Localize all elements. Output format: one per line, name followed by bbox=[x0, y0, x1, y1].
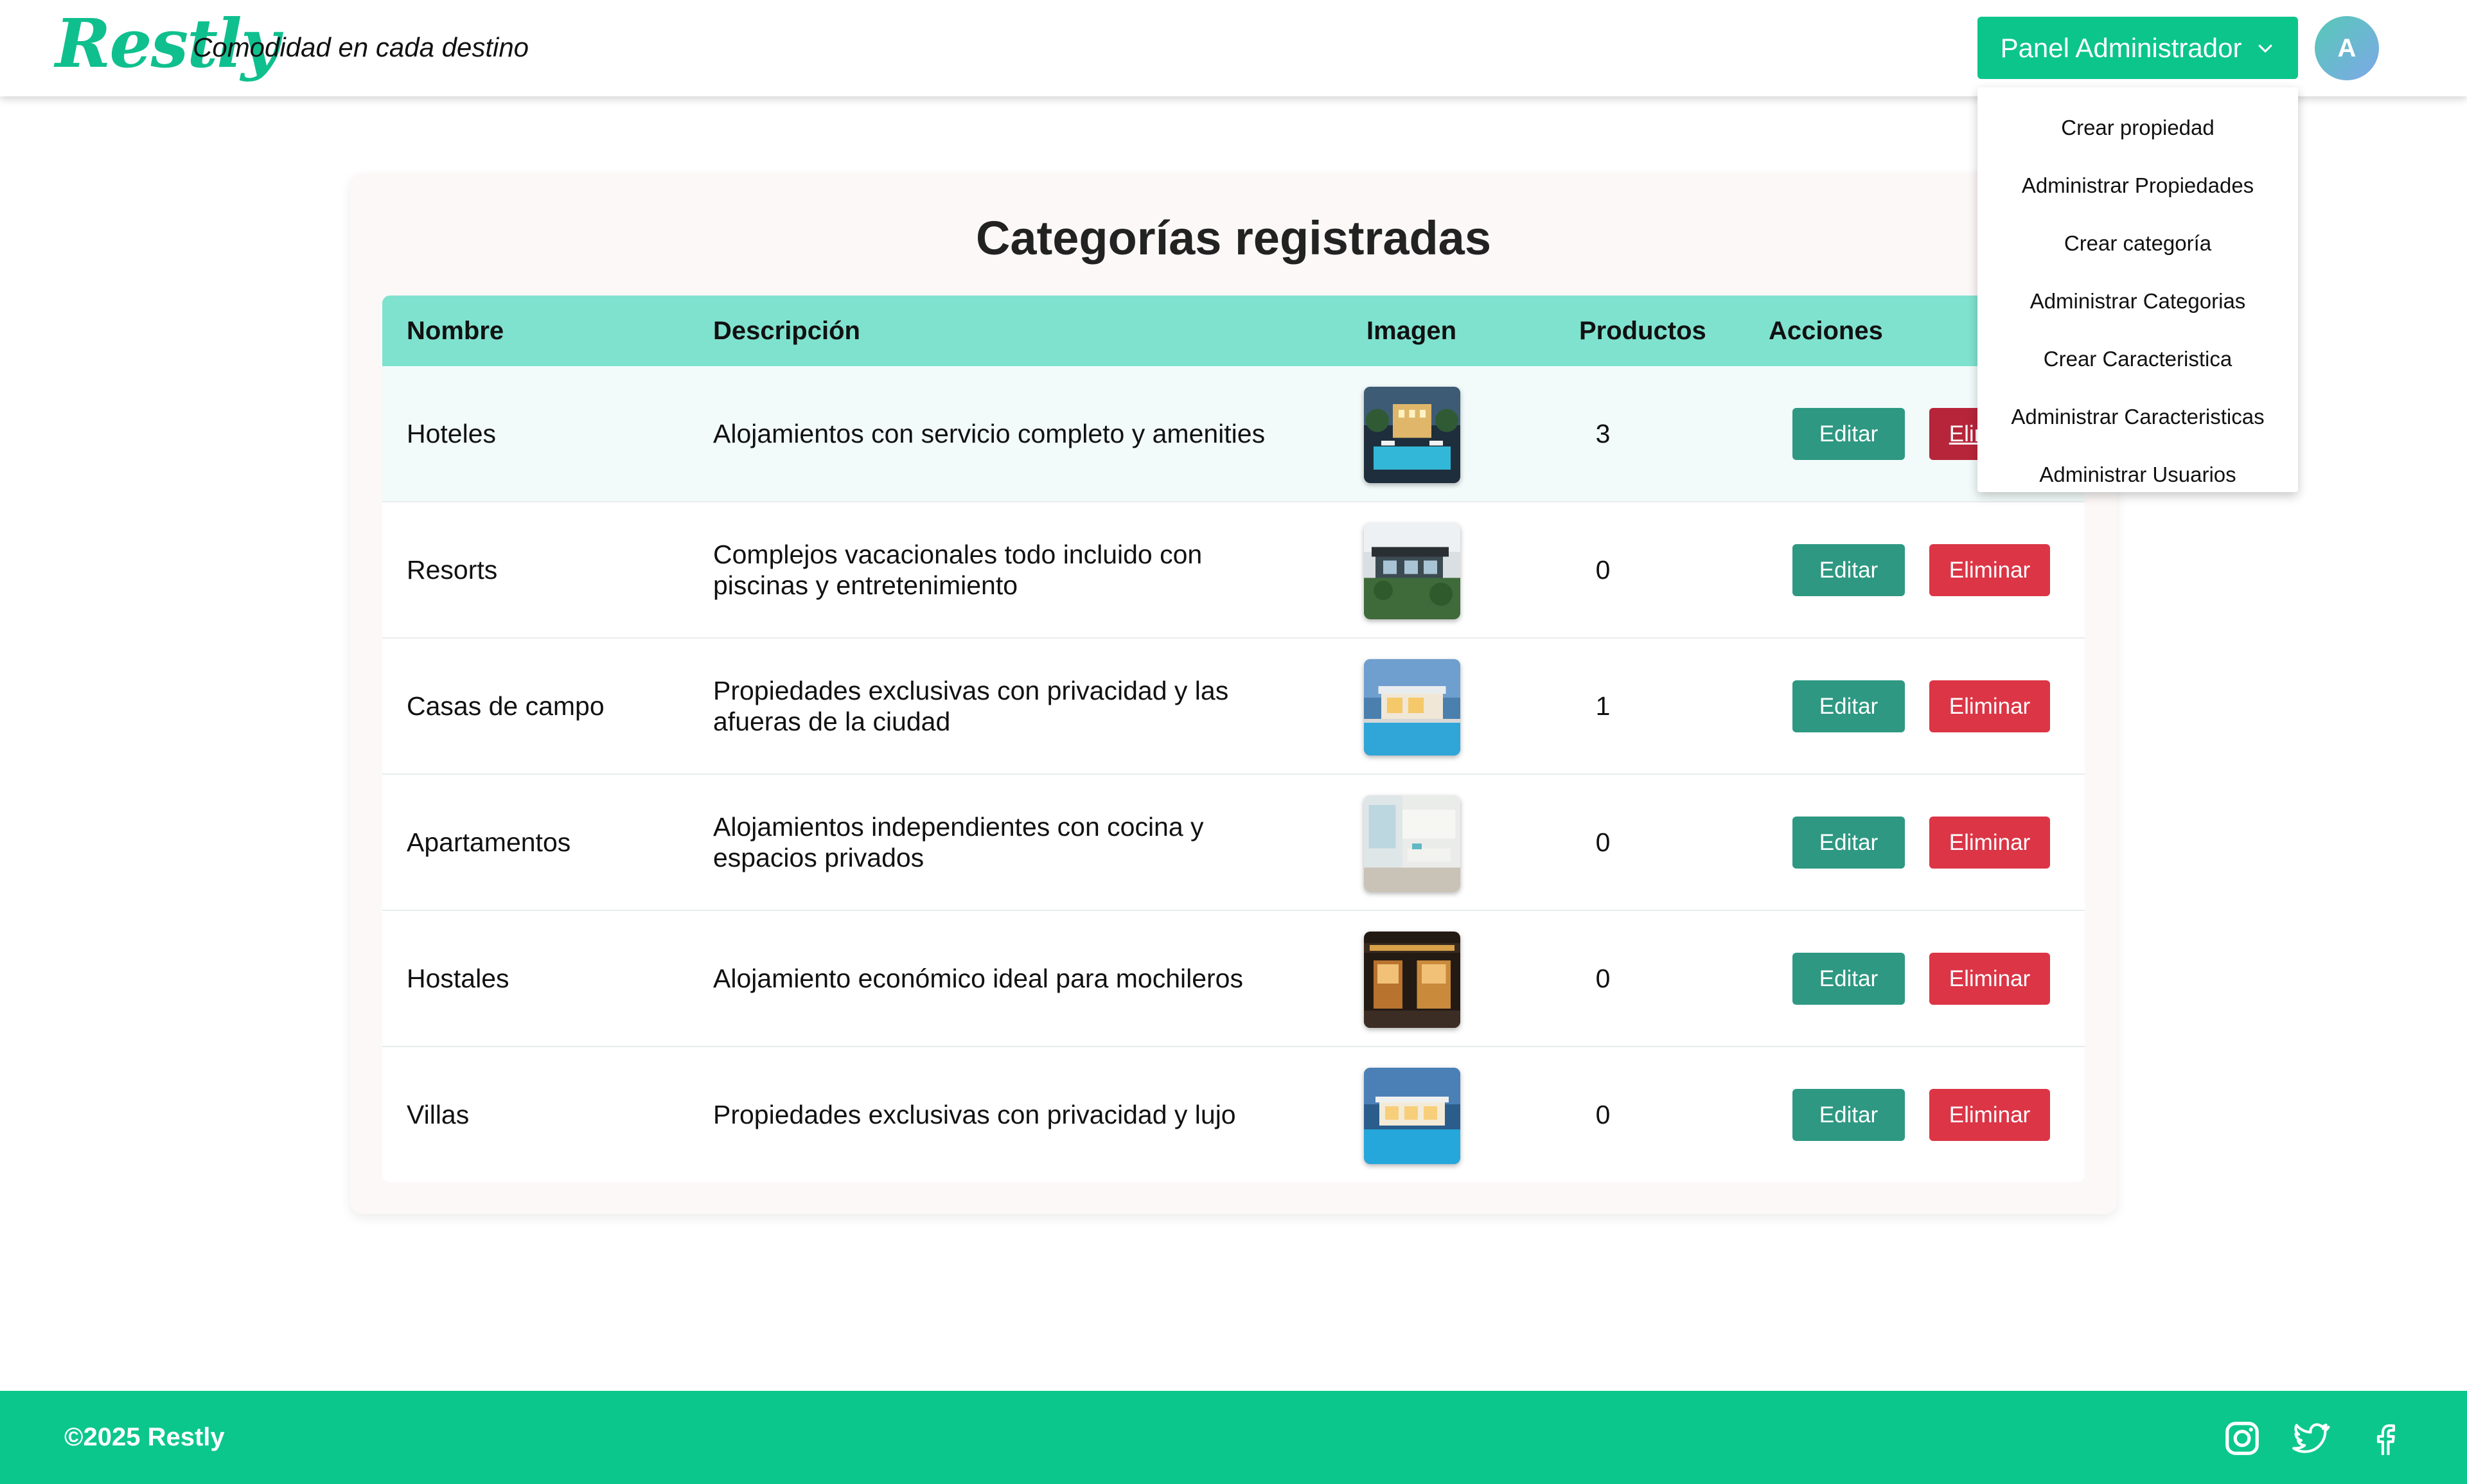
category-description: Complejos vacacionales todo incluido con… bbox=[713, 540, 1203, 600]
category-description: Alojamientos con servicio completo y ame… bbox=[713, 419, 1266, 448]
category-description: Propiedades exclusivas con privacidad y … bbox=[713, 676, 1229, 736]
menu-item-create-category[interactable]: Crear categoría bbox=[1977, 215, 2298, 272]
category-image-villa bbox=[1364, 1068, 1460, 1164]
table-row: Resorts Complejos vacacionales todo incl… bbox=[382, 502, 2085, 639]
category-name: Apartamentos bbox=[407, 827, 571, 857]
instagram-icon[interactable] bbox=[2222, 1418, 2262, 1458]
delete-button[interactable]: Eliminar bbox=[1929, 1089, 2050, 1141]
column-header-name: Nombre bbox=[407, 316, 504, 345]
admin-dropdown-menu: Crear propiedad Administrar Propiedades … bbox=[1977, 87, 2298, 492]
user-avatar[interactable]: A bbox=[2315, 16, 2379, 80]
page-title: Categorías registradas bbox=[975, 211, 1491, 265]
table-row: Hostales Alojamiento económico ideal par… bbox=[382, 911, 2085, 1047]
category-name: Hoteles bbox=[407, 418, 497, 448]
chevron-down-icon bbox=[2259, 44, 2272, 53]
category-image-resort bbox=[1364, 523, 1460, 619]
category-description: Alojamiento económico ideal para mochile… bbox=[713, 964, 1243, 993]
product-count: 0 bbox=[1595, 554, 1611, 585]
product-count: 0 bbox=[1595, 963, 1611, 993]
menu-item-manage-categories[interactable]: Administrar Categorias bbox=[1977, 272, 2298, 330]
tagline: Comodidad en cada destino bbox=[193, 32, 529, 62]
product-count: 1 bbox=[1595, 691, 1611, 721]
edit-button[interactable]: Editar bbox=[1792, 544, 1905, 596]
copyright-text: ©2025 Restly bbox=[64, 1423, 225, 1451]
table-row: Apartamentos Alojamientos independientes… bbox=[382, 775, 2085, 911]
edit-button[interactable]: Editar bbox=[1792, 680, 1905, 732]
delete-button[interactable]: Eliminar bbox=[1929, 953, 2050, 1005]
edit-button[interactable]: Editar bbox=[1792, 817, 1905, 869]
menu-item-manage-properties[interactable]: Administrar Propiedades bbox=[1977, 157, 2298, 215]
categories-card: Categorías registradas Nombre Descripció… bbox=[350, 173, 2117, 1214]
category-name: Hostales bbox=[407, 963, 509, 993]
menu-item-manage-users[interactable]: Administrar Usuarios bbox=[1977, 446, 2298, 504]
delete-button[interactable]: Eliminar bbox=[1929, 817, 2050, 869]
table-row: Villas Propiedades exclusivas con privac… bbox=[382, 1047, 2085, 1182]
footer: ©2025 Restly bbox=[0, 1391, 2467, 1484]
menu-item-manage-features[interactable]: Administrar Caracteristicas bbox=[1977, 388, 2298, 446]
menu-item-create-property[interactable]: Crear propiedad bbox=[1977, 99, 2298, 157]
category-name: Resorts bbox=[407, 554, 498, 585]
column-header-products: Productos bbox=[1579, 316, 1706, 345]
product-count: 0 bbox=[1595, 1099, 1611, 1129]
column-header-image: Imagen bbox=[1366, 316, 1457, 345]
category-image-hostel bbox=[1364, 932, 1460, 1028]
product-count: 0 bbox=[1595, 827, 1611, 857]
edit-button[interactable]: Editar bbox=[1792, 408, 1905, 460]
table-header: Nombre Descripción Imagen Productos Acci… bbox=[382, 296, 2085, 366]
delete-button[interactable]: Eliminar bbox=[1929, 680, 2050, 732]
product-count: 3 bbox=[1595, 418, 1611, 448]
delete-button[interactable]: Eliminar bbox=[1929, 544, 2050, 596]
edit-button[interactable]: Editar bbox=[1792, 953, 1905, 1005]
category-description: Alojamientos independientes con cocina y… bbox=[713, 812, 1204, 872]
facebook-icon[interactable] bbox=[2364, 1418, 2404, 1458]
column-header-actions: Acciones bbox=[1769, 316, 1883, 345]
category-name: Villas bbox=[407, 1099, 470, 1129]
menu-item-create-feature[interactable]: Crear Caracteristica bbox=[1977, 330, 2298, 388]
category-image-hotel bbox=[1364, 387, 1460, 483]
admin-panel-button[interactable]: Panel Administrador bbox=[1977, 17, 2298, 79]
top-navbar: Restly Comodidad en cada destino Panel A… bbox=[0, 0, 2467, 96]
table-row: Casas de campo Propiedades exclusivas co… bbox=[382, 639, 2085, 775]
admin-panel-label: Panel Administrador bbox=[2000, 32, 2242, 63]
table-row: Hoteles Alojamientos con servicio comple… bbox=[382, 366, 2085, 502]
column-header-description: Descripción bbox=[713, 316, 860, 345]
category-name: Casas de campo bbox=[407, 691, 605, 721]
category-description: Propiedades exclusivas con privacidad y … bbox=[713, 1100, 1236, 1129]
edit-button[interactable]: Editar bbox=[1792, 1089, 1905, 1141]
category-image-country-house bbox=[1364, 659, 1460, 755]
twitter-icon[interactable] bbox=[2290, 1418, 2330, 1458]
categories-table: Nombre Descripción Imagen Productos Acci… bbox=[382, 296, 2085, 1182]
category-image-apartment bbox=[1364, 795, 1460, 892]
